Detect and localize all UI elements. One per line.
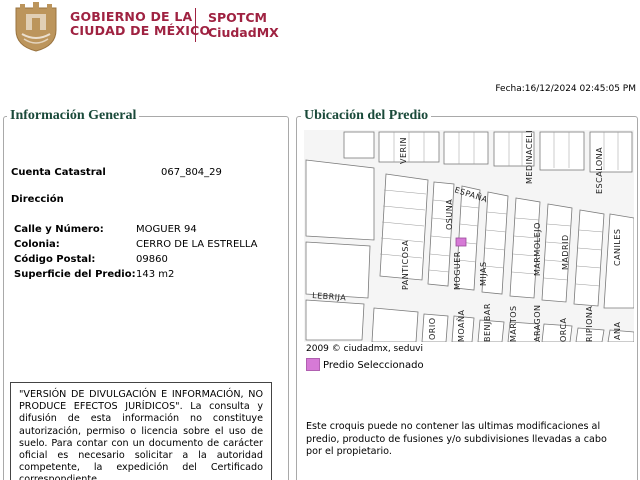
header-divider <box>195 8 196 42</box>
superficie-value: 143 m2 <box>136 269 175 280</box>
street-ana: ANA <box>613 322 622 340</box>
government-name: GOBIERNO DE LA CIUDAD DE MÉXICO <box>70 10 210 38</box>
cuenta-value: 067_804_29 <box>161 167 222 178</box>
street-aragon: ARAGON <box>533 304 542 342</box>
spot-line-1: SPOTCM <box>208 10 267 25</box>
direccion-label: Dirección <box>11 194 64 205</box>
street-orio: ORIO <box>428 317 437 340</box>
gov-line-2: CIUDAD DE MÉXICO <box>70 23 211 38</box>
gov-line-1: GOBIERNO DE LA <box>70 9 193 24</box>
street-caniles: CANILES <box>613 229 622 267</box>
cp-value: 09860 <box>136 254 168 265</box>
street-mijas: MIJAS <box>479 261 488 286</box>
map-canvas: VERIN MEDINACELI ESCALONA ESPAÑA OSUNA P… <box>304 130 634 342</box>
cp-label: Código Postal: <box>14 254 96 265</box>
street-moguer: MOGUER <box>453 251 462 290</box>
report-date: Fecha:16/12/2024 02:45:05 PM <box>495 84 636 94</box>
street-benjbar: BENJBAR <box>483 303 492 342</box>
page-header: GOBIERNO DE LA CIUDAD DE MÉXICO SPOTCM C… <box>0 0 640 56</box>
street-medinaceli: MEDINACELI <box>525 130 534 184</box>
street-orca: ORCA <box>559 317 568 342</box>
cdmx-shield-icon <box>15 2 57 52</box>
colonia-label: Colonia: <box>14 239 60 250</box>
spot-brand: SPOTCM CiudadMX <box>208 10 279 40</box>
colonia-value: CERRO DE LA ESTRELLA <box>136 239 258 250</box>
street-moana: MOAÑA <box>456 309 466 342</box>
map-note: Este croquis puede no contener las ultim… <box>306 421 607 457</box>
info-general-title: Información General <box>7 108 140 124</box>
calle-label: Calle y Número: <box>14 224 104 235</box>
street-verin: VERIN <box>399 137 408 164</box>
street-ripiona: RIPIONA <box>585 306 594 342</box>
spot-line-2: CiudadMX <box>208 25 279 40</box>
cuenta-label: Cuenta Catastral <box>11 167 106 178</box>
selected-parcel-swatch <box>306 358 320 371</box>
street-osuna: OSUNA <box>445 199 454 230</box>
superficie-label: Superficie del Predio: <box>14 269 136 280</box>
street-marmolejo: MARMOLEJO <box>533 222 542 276</box>
selected-parcel[interactable] <box>455 237 467 247</box>
calle-value: MOGUER 94 <box>136 224 197 235</box>
street-martos: MARTOS <box>509 305 518 342</box>
location-map[interactable]: VERIN MEDINACELI ESCALONA ESPAÑA OSUNA P… <box>304 130 634 342</box>
map-credit: 2009 © ciudadmx, seduvi <box>306 344 424 354</box>
legal-disclaimer: "VERSIÓN DE DIVULGACIÓN E INFORMACIÓN, N… <box>10 382 272 480</box>
street-escalona: ESCALONA <box>595 147 604 194</box>
legend-label: Predio Seleccionado <box>323 360 424 371</box>
street-madrid: MADRID <box>561 234 570 270</box>
street-panticosa: PANTICOSA <box>401 240 410 290</box>
ubicacion-title: Ubicación del Predio <box>301 108 432 124</box>
